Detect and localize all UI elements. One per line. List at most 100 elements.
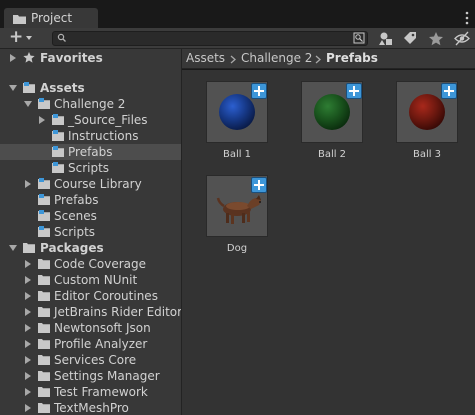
asset-name: Ball 2: [317, 149, 347, 160]
tree-label: Instructions: [68, 129, 139, 143]
tree-item-scripts[interactable]: Scripts: [0, 224, 181, 240]
tree-item-instructions[interactable]: Instructions: [0, 128, 181, 144]
filter-by-label-icon[interactable]: [402, 31, 418, 46]
folder-icon: [38, 307, 50, 317]
chevron-down-icon[interactable]: [24, 100, 32, 108]
tree-label: Scenes: [54, 209, 97, 223]
tree-label: Test Framework: [54, 385, 148, 399]
chevron-down-icon[interactable]: [9, 244, 17, 252]
folder-open-icon: [23, 243, 35, 253]
chevron-right-icon[interactable]: [24, 260, 32, 268]
tree-item-code-coverage[interactable]: Code Coverage: [0, 256, 181, 272]
tree-label: Editor Coroutines: [54, 289, 158, 303]
chevron-down-icon: [26, 36, 32, 40]
chevron-right-icon[interactable]: [24, 324, 32, 332]
chevron-right-icon: [315, 55, 321, 64]
chevron-down-icon[interactable]: [9, 84, 17, 92]
project-folder-tree: Favorites Assets Challenge 2 _Source_Fil…: [0, 49, 182, 415]
chevron-right-icon[interactable]: [24, 308, 32, 316]
folder-icon: [38, 371, 50, 381]
hidden-packages-icon[interactable]: [454, 31, 470, 46]
tree-label: Services Core: [54, 353, 137, 367]
tree-item-course-library[interactable]: Course Library: [0, 176, 181, 192]
asset-dog[interactable]: Dog: [206, 175, 270, 257]
tree-item-packages[interactable]: Packages: [0, 240, 181, 256]
tree-label: Packages: [40, 241, 104, 255]
folder-icon: [13, 15, 26, 24]
folder-open-icon: [23, 82, 35, 93]
tree-label: Code Coverage: [54, 257, 147, 271]
breadcrumb-challenge-2[interactable]: Challenge 2: [241, 51, 312, 65]
chevron-right-icon[interactable]: [38, 116, 46, 124]
ball-preview: [219, 94, 255, 130]
kebab-menu-icon[interactable]: [465, 11, 469, 25]
asset-ball-2[interactable]: Ball 2: [301, 81, 365, 163]
tree-label: Assets: [40, 81, 85, 95]
folder-icon: [52, 146, 64, 157]
breadcrumb-current[interactable]: Prefabs: [326, 51, 378, 65]
tree-label: TextMeshPro: [54, 401, 129, 415]
chevron-right-icon[interactable]: [24, 372, 32, 380]
chevron-right-icon[interactable]: [9, 54, 17, 62]
folder-icon: [38, 194, 50, 205]
asset-name: Dog: [226, 243, 248, 254]
asset-ball-3[interactable]: Ball 3: [396, 81, 460, 163]
asset-grid: Ball 1 Ball 2 Ball 3 Dog: [182, 70, 475, 415]
filter-by-type-icon[interactable]: [378, 31, 394, 46]
chevron-right-icon[interactable]: [24, 180, 32, 188]
tree-label: Prefabs: [54, 193, 99, 207]
tree-item-prefabs-selected[interactable]: Prefabs: [0, 144, 181, 160]
folder-icon: [52, 130, 64, 141]
breadcrumb-assets[interactable]: Assets: [186, 51, 225, 65]
tree-item-scenes[interactable]: Scenes: [0, 208, 181, 224]
window-tab-strip: Project: [0, 0, 475, 30]
tree-item-custom-nunit[interactable]: Custom NUnit: [0, 272, 181, 288]
asset-name: Ball 3: [412, 149, 442, 160]
tree-label: Settings Manager: [54, 369, 160, 383]
chevron-right-icon[interactable]: [24, 276, 32, 284]
folder-icon: [38, 339, 50, 349]
chevron-right-icon[interactable]: [24, 292, 32, 300]
folder-icon: [38, 210, 50, 221]
prefab-add-icon: [346, 83, 362, 99]
search-by-type-icon[interactable]: [353, 32, 365, 44]
folder-icon: [38, 387, 50, 397]
tree-item-services-core[interactable]: Services Core: [0, 352, 181, 368]
folder-icon: [38, 291, 50, 301]
folder-icon: [38, 275, 50, 285]
asset-thumbnail: [301, 81, 363, 143]
tree-item-test-framework[interactable]: Test Framework: [0, 384, 181, 400]
chevron-right-icon[interactable]: [24, 388, 32, 396]
tree-item-favorites[interactable]: Favorites: [0, 50, 181, 66]
tree-item-jetbrains-rider[interactable]: JetBrains Rider Editor: [0, 304, 182, 320]
favorite-star-icon[interactable]: [428, 31, 444, 46]
tab-label: Project: [31, 11, 73, 25]
chevron-right-icon[interactable]: [24, 356, 32, 364]
tree-item-source-files[interactable]: _Source_Files: [0, 112, 181, 128]
folder-icon: [38, 178, 50, 189]
tree-item-assets[interactable]: Assets: [0, 80, 181, 96]
asset-name: Ball 1: [222, 149, 252, 160]
search-input[interactable]: [69, 32, 339, 45]
tree-item-editor-coroutines[interactable]: Editor Coroutines: [0, 288, 181, 304]
chevron-right-icon[interactable]: [24, 340, 32, 348]
asset-thumbnail: [206, 81, 268, 143]
tree-label: Course Library: [54, 177, 142, 191]
tree-label: _Source_Files: [68, 113, 148, 127]
chevron-right-icon[interactable]: [24, 404, 32, 412]
asset-ball-1[interactable]: Ball 1: [206, 81, 270, 163]
tree-item-prefabs[interactable]: Prefabs: [0, 192, 181, 208]
tree-item-textmeshpro[interactable]: TextMeshPro: [0, 400, 181, 415]
tree-item-newtonsoft-json[interactable]: Newtonsoft Json: [0, 320, 181, 336]
tree-item-scripts-challenge[interactable]: Scripts: [0, 160, 181, 176]
tree-label: Newtonsoft Json: [54, 321, 151, 335]
tree-label: Prefabs: [68, 145, 113, 159]
tree-item-challenge-2[interactable]: Challenge 2: [0, 96, 181, 112]
folder-icon: [52, 114, 64, 125]
folder-open-icon: [38, 98, 50, 109]
search-box: [52, 31, 368, 46]
create-asset-button[interactable]: +: [5, 27, 37, 47]
plus-icon: +: [9, 27, 24, 47]
tree-item-settings-manager[interactable]: Settings Manager: [0, 368, 181, 384]
tree-item-profile-analyzer[interactable]: Profile Analyzer: [0, 336, 181, 352]
